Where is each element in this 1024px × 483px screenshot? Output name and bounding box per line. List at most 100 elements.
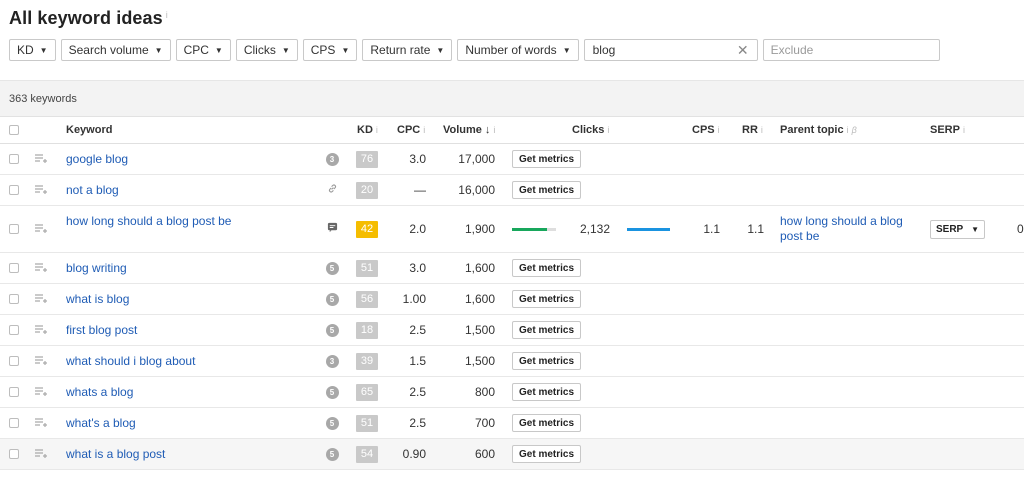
kd-badge: 20	[356, 181, 378, 199]
volume-value: 600	[474, 447, 495, 461]
add-to-list-icon[interactable]	[35, 175, 49, 205]
caret-down-icon: ▼	[154, 45, 163, 55]
column-serp[interactable]: SERP i	[930, 117, 965, 143]
link-icon	[327, 183, 338, 197]
keywords-table: Keyword KD i CPC i Volume ↓ i Clicks i CPS i R…	[0, 117, 1024, 470]
filter-search-volume[interactable]: Search volume ▼	[60, 39, 171, 61]
row-checkbox[interactable]	[9, 346, 20, 376]
caret-down-icon: ▼	[971, 224, 979, 234]
table-row: what should i blog about 3 39 1.5 1,500 Get m…	[0, 346, 1024, 377]
get-metrics-button[interactable]: Get metrics	[512, 383, 582, 401]
summary-bar: 363 keywords	[0, 80, 1024, 117]
get-metrics-button[interactable]: Get metrics	[512, 150, 582, 168]
keyword-link[interactable]: what should i blog about	[66, 346, 316, 376]
cpc-value: 1.5	[409, 354, 426, 368]
kd-badge: 51	[356, 414, 378, 432]
add-to-list-icon[interactable]	[35, 315, 49, 345]
serp-features-badge: 5	[325, 323, 339, 337]
kd-badge: 42	[356, 220, 378, 238]
row-checkbox[interactable]	[9, 439, 20, 469]
extra-value: 0	[1017, 222, 1024, 236]
add-to-list-icon[interactable]	[35, 284, 49, 314]
caret-down-icon: ▼	[436, 45, 445, 55]
add-to-list-icon[interactable]	[35, 144, 49, 174]
row-checkbox[interactable]	[9, 408, 20, 438]
add-to-list-icon[interactable]	[35, 408, 49, 438]
add-to-list-icon[interactable]	[35, 439, 49, 469]
filter-cpc[interactable]: CPC ▼	[175, 39, 231, 61]
serp-features-badge: 5	[325, 416, 339, 430]
filter-return-rate[interactable]: Return rate ▼	[362, 39, 453, 61]
get-metrics-button[interactable]: Get metrics	[512, 352, 582, 370]
filter-kd[interactable]: KD ▼	[9, 39, 56, 61]
caret-down-icon: ▼	[562, 45, 571, 55]
keyword-link[interactable]: first blog post	[66, 315, 316, 345]
sort-down-icon: ↓	[484, 124, 491, 136]
keyword-link[interactable]: what is blog	[66, 284, 316, 314]
add-to-list-icon[interactable]	[35, 346, 49, 376]
kd-badge: 51	[356, 259, 378, 277]
keyword-link[interactable]: whats a blog	[66, 377, 316, 407]
row-checkbox[interactable]	[9, 284, 20, 314]
keyword-link[interactable]: what is a blog post	[66, 439, 316, 469]
volume-value: 1,500	[464, 354, 495, 368]
rr-value: 1.1	[747, 222, 764, 236]
column-kd[interactable]: KD i	[357, 117, 378, 143]
row-checkbox[interactable]	[9, 144, 20, 174]
table-row: google blog 3 76 3.0 17,000 Get metrics	[0, 144, 1024, 175]
row-checkbox[interactable]	[9, 377, 20, 407]
kd-badge: 54	[356, 445, 378, 463]
add-to-list-icon[interactable]	[35, 253, 49, 283]
volume-value: 1,600	[464, 261, 495, 275]
close-icon[interactable]: ✕	[737, 42, 749, 59]
cpc-value: 2.5	[409, 323, 426, 337]
search-input[interactable]: blog ✕	[583, 39, 758, 61]
column-keyword[interactable]: Keyword	[66, 117, 316, 143]
table-row: what is blog 5 56 1.00 1,600 Get metrics	[0, 284, 1024, 315]
row-checkbox[interactable]	[9, 206, 20, 252]
get-metrics-button[interactable]: Get metrics	[512, 181, 582, 199]
row-checkbox[interactable]	[9, 175, 20, 205]
table-row: whats a blog 5 65 2.5 800 Get metrics	[0, 377, 1024, 408]
serp-button[interactable]: SERP ▼	[930, 219, 985, 239]
keyword-link[interactable]: blog writing	[66, 253, 316, 283]
filter-number-of-words[interactable]: Number of words ▼	[457, 39, 579, 61]
table-row: how long should a blog post be 42 2.0 1,900…	[0, 206, 1024, 253]
column-clicks[interactable]: Clicks i	[572, 117, 609, 143]
volume-value: 700	[474, 416, 495, 430]
kd-badge: 18	[356, 321, 378, 339]
info-icon[interactable]: i	[166, 10, 168, 20]
volume-value: 16,000	[458, 183, 495, 197]
filter-cps[interactable]: CPS ▼	[302, 39, 358, 61]
filter-bar: KD ▼ Search volume ▼ CPC ▼ Clicks ▼ CPS ▼ Ret…	[9, 39, 940, 61]
column-rr[interactable]: RR i	[742, 117, 763, 143]
clicks-value: 2,132	[579, 222, 610, 236]
get-metrics-button[interactable]: Get metrics	[512, 259, 582, 277]
serp-features-badge: 5	[325, 261, 339, 275]
table-row: not a blog 20 — 16,000 Get metrics	[0, 175, 1024, 206]
row-checkbox[interactable]	[9, 315, 20, 345]
row-checkbox[interactable]	[9, 253, 20, 283]
add-to-list-icon[interactable]	[35, 206, 49, 252]
column-cps[interactable]: CPS i	[692, 117, 720, 143]
get-metrics-button[interactable]: Get metrics	[512, 321, 582, 339]
column-parent-topic[interactable]: Parent topic i β	[780, 117, 857, 143]
parent-topic-link[interactable]: how long should a blog post be	[780, 206, 915, 252]
keyword-link[interactable]: not a blog	[66, 175, 316, 205]
select-all-checkbox[interactable]	[9, 117, 20, 143]
keyword-link[interactable]: what's a blog	[66, 408, 316, 438]
add-to-list-icon[interactable]	[35, 377, 49, 407]
get-metrics-button[interactable]: Get metrics	[512, 445, 582, 463]
get-metrics-button[interactable]: Get metrics	[512, 290, 582, 308]
serp-features-badge: 3	[325, 354, 339, 368]
get-metrics-button[interactable]: Get metrics	[512, 414, 582, 432]
keyword-link[interactable]: google blog	[66, 144, 316, 174]
filter-clicks[interactable]: Clicks ▼	[235, 39, 298, 61]
serp-features-badge: 5	[325, 447, 339, 461]
exclude-input[interactable]: Exclude	[762, 39, 940, 61]
table-row: what is a blog post 5 54 0.90 600 Get metrics	[0, 439, 1024, 470]
column-cpc[interactable]: CPC i	[397, 117, 425, 143]
keyword-link[interactable]: how long should a blog post be	[66, 206, 316, 252]
featured-snippet-icon	[327, 222, 338, 236]
column-volume[interactable]: Volume ↓ i	[443, 117, 495, 143]
